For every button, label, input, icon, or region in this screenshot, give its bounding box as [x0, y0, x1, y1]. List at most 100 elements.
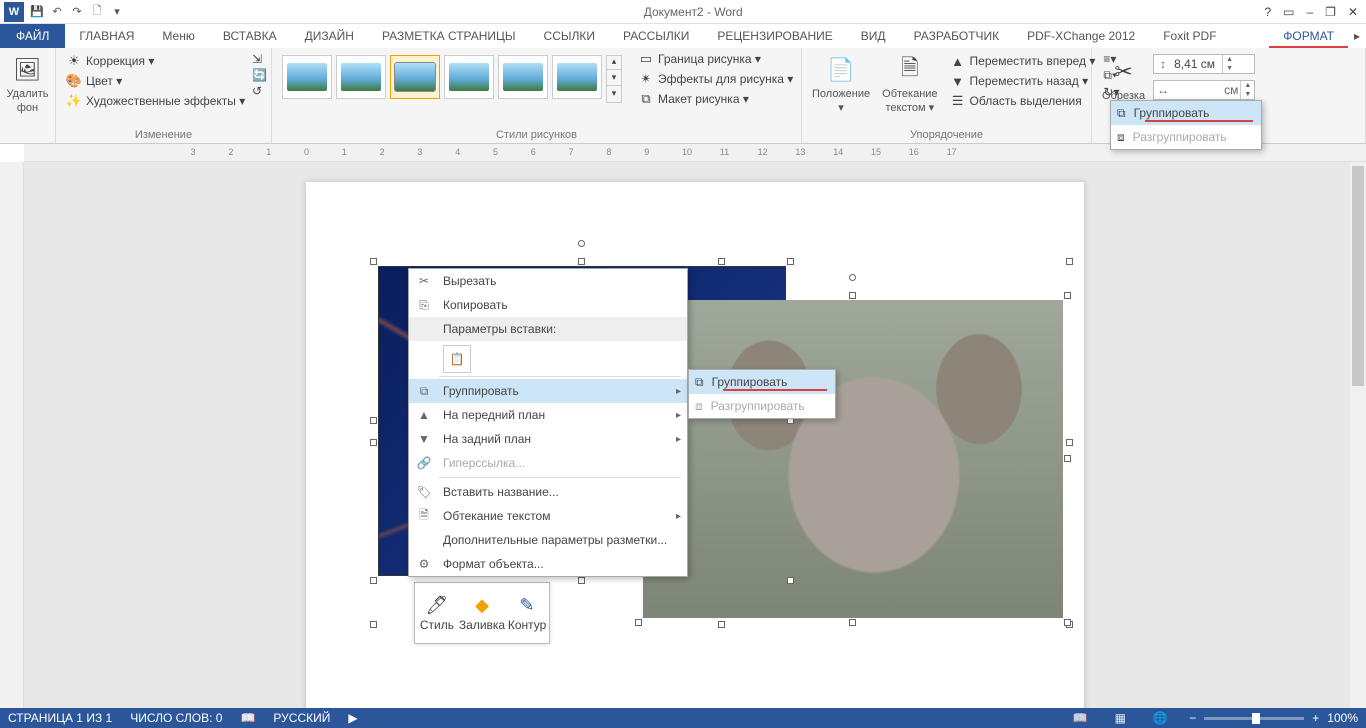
height-input[interactable]: ↕ ▲▼ — [1153, 54, 1255, 74]
qat-new-icon[interactable]: 🗋 — [88, 3, 106, 21]
picture-border-button[interactable]: ▭Граница рисунка ▾ — [634, 50, 797, 68]
tab-developer[interactable]: РАЗРАБОТЧИК — [900, 24, 1014, 48]
tab-file[interactable]: ФАЙЛ — [0, 24, 65, 48]
style-thumb[interactable] — [282, 55, 332, 99]
send-back-label: Переместить назад ▾ — [970, 74, 1089, 88]
width-input[interactable]: ↔ см ▲▼ — [1153, 80, 1255, 100]
qat-customize-icon[interactable]: ▾ — [108, 3, 126, 21]
tab-menu[interactable]: Меню — [148, 24, 208, 48]
picture-style-gallery[interactable]: ▴ ▾ ▾ — [278, 51, 626, 107]
spin-up-icon[interactable]: ▲ — [1223, 55, 1236, 64]
vertical-ruler[interactable] — [0, 162, 24, 708]
zoom-slider[interactable] — [1204, 717, 1304, 720]
qat-redo-icon[interactable]: ↷ — [68, 3, 86, 21]
image-koala[interactable] — [643, 300, 1063, 618]
reset-picture-icon[interactable]: ↺ — [252, 84, 267, 98]
tab-layout[interactable]: РАЗМЕТКА СТРАНИЦЫ — [368, 24, 530, 48]
tab-pdfxchange[interactable]: PDF-XChange 2012 — [1013, 24, 1149, 48]
mini-outline-button[interactable]: ✎Контур — [505, 583, 549, 643]
status-language[interactable]: РУССКИЙ — [273, 711, 330, 725]
status-words[interactable]: ЧИСЛО СЛОВ: 0 — [130, 711, 222, 725]
zoom-in-icon[interactable]: + — [1312, 711, 1319, 725]
ctx-cut[interactable]: ✂Вырезать — [409, 269, 687, 293]
style-thumb[interactable] — [498, 55, 548, 99]
color-button[interactable]: 🎨Цвет ▾ — [62, 72, 265, 90]
artistic-effects-button[interactable]: ✨Художественные эффекты ▾ — [62, 92, 265, 110]
tab-design[interactable]: ДИЗАЙН — [291, 24, 368, 48]
status-macro-icon[interactable]: ▶ — [348, 711, 357, 725]
status-page[interactable]: СТРАНИЦА 1 ИЗ 1 — [8, 711, 112, 725]
submenu-group[interactable]: ⧉ Группировать — [689, 370, 835, 394]
group-change: ☀Коррекция ▾ 🎨Цвет ▾ ✨Художественные эфф… — [56, 48, 272, 143]
corrections-button[interactable]: ☀Коррекция ▾ — [62, 52, 265, 70]
compress-icon[interactable]: ⇲ — [252, 52, 267, 66]
tab-references[interactable]: ССЫЛКИ — [530, 24, 609, 48]
style-thumb[interactable] — [336, 55, 386, 99]
ctx-more-layout[interactable]: Дополнительные параметры разметки... — [409, 528, 687, 552]
style-thumb[interactable] — [444, 55, 494, 99]
ctx-wrap-text[interactable]: 🗎Обтекание текстом▸ — [409, 504, 687, 528]
tabs-overflow-icon[interactable]: ▸ — [1348, 24, 1366, 48]
tab-home[interactable]: ГЛАВНАЯ — [65, 24, 148, 48]
scrollbar-thumb[interactable] — [1352, 166, 1364, 386]
color-icon: 🎨 — [66, 73, 82, 89]
dropdown-group-item[interactable]: ⧉ Группировать — [1111, 101, 1261, 125]
submenu-ungroup-label: Разгруппировать — [711, 399, 805, 413]
spin-down-icon[interactable]: ▼ — [1241, 90, 1254, 99]
ribbon-display-button[interactable]: ▭ — [1283, 5, 1294, 19]
mini-fill-button[interactable]: ◆Заливка — [459, 583, 505, 643]
close-button[interactable]: ✕ — [1348, 5, 1358, 19]
view-print-icon[interactable]: ▦ — [1109, 711, 1131, 725]
view-web-icon[interactable]: 🌐 — [1149, 711, 1171, 725]
qat-save-icon[interactable]: 💾 — [28, 3, 46, 21]
picture-layout-button[interactable]: ⧉Макет рисунка ▾ — [634, 90, 797, 108]
tab-format[interactable]: ФОРМАТ — [1269, 24, 1348, 48]
selection-pane-button[interactable]: ☰Область выделения — [946, 92, 1100, 110]
height-field[interactable] — [1172, 57, 1222, 71]
status-proofing-icon[interactable]: 📖 — [240, 711, 255, 725]
style-thumb-selected[interactable] — [390, 55, 440, 99]
gallery-up-icon[interactable]: ▴ — [607, 56, 621, 70]
wrap-text-button[interactable]: 🗎 Обтекание текстом ▾ — [878, 50, 941, 114]
qat-undo-icon[interactable]: ↶ — [48, 3, 66, 21]
pic-effects-icon: ✴ — [638, 71, 654, 87]
maximize-button[interactable]: ❐ — [1325, 5, 1336, 19]
tab-view[interactable]: ВИД — [847, 24, 900, 48]
tab-mailings[interactable]: РАССЫЛКИ — [609, 24, 703, 48]
width-field[interactable] — [1172, 83, 1222, 97]
view-read-icon[interactable]: 📖 — [1069, 711, 1091, 725]
mini-style-button[interactable]: 🖊Стиль — [415, 583, 459, 643]
ctx-insert-caption[interactable]: 🏷Вставить название... — [409, 480, 687, 504]
change-picture-icon[interactable]: 🔄 — [252, 68, 267, 82]
send-backward-button[interactable]: ▼Переместить назад ▾ — [946, 72, 1100, 90]
tab-review[interactable]: РЕЦЕНЗИРОВАНИЕ — [703, 24, 846, 48]
spin-down-icon[interactable]: ▼ — [1223, 64, 1236, 73]
picture-effects-button[interactable]: ✴Эффекты для рисунка ▾ — [634, 70, 797, 88]
ctx-hyperlink: 🔗Гиперссылка... — [409, 451, 687, 475]
ctx-bring-front[interactable]: ▲На передний план▸ — [409, 403, 687, 427]
ctx-group[interactable]: ⧉Группировать▸ — [409, 379, 687, 403]
zoom-out-icon[interactable]: − — [1189, 711, 1196, 725]
ctx-paste-option[interactable]: 📋 — [443, 345, 471, 373]
crop-button[interactable]: ✂ Обрезка — [1098, 52, 1149, 102]
tab-insert[interactable]: ВСТАВКА — [209, 24, 291, 48]
group-change-label: Изменение — [62, 127, 265, 143]
ctx-format-object[interactable]: ⚙Формат объекта... — [409, 552, 687, 576]
submenu-ungroup: ⧈ Разгруппировать — [689, 394, 835, 418]
zoom-control[interactable]: − + 100% — [1189, 711, 1358, 725]
style-thumb[interactable] — [552, 55, 602, 99]
remove-background-button[interactable]: 🖼 Удалить фон — [6, 50, 49, 114]
position-button[interactable]: 📄 Положение ▾ — [808, 50, 874, 114]
bring-forward-button[interactable]: ▲Переместить вперед ▾ — [946, 52, 1100, 70]
ctx-copy[interactable]: ⎘Копировать — [409, 293, 687, 317]
help-button[interactable]: ? — [1264, 5, 1271, 19]
minimize-button[interactable]: – — [1306, 5, 1313, 19]
gallery-more-icon[interactable]: ▾ — [607, 88, 621, 102]
zoom-value[interactable]: 100% — [1327, 711, 1358, 725]
gallery-down-icon[interactable]: ▾ — [607, 72, 621, 86]
ctx-send-back[interactable]: ▼На задний план▸ — [409, 427, 687, 451]
vertical-scrollbar[interactable] — [1350, 162, 1366, 708]
spin-up-icon[interactable]: ▲ — [1241, 81, 1254, 90]
ctx-cut-label: Вырезать — [443, 274, 681, 288]
tab-foxit[interactable]: Foxit PDF — [1149, 24, 1230, 48]
